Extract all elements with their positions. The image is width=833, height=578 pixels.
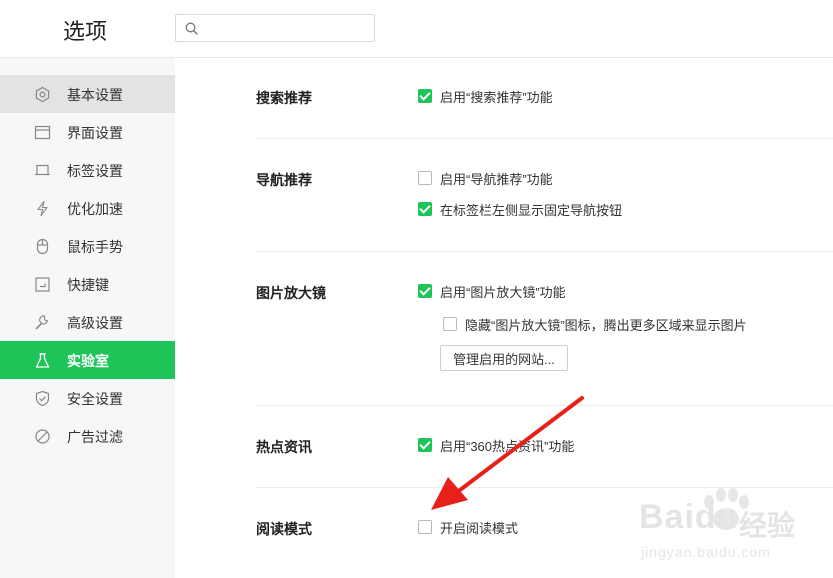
- sidebar-item-label: 安全设置: [67, 391, 123, 407]
- mouse-icon: [36, 238, 49, 255]
- option-label: 启用“导航推荐”功能: [440, 171, 553, 187]
- sidebar-item-shortcuts[interactable]: 快捷键: [0, 265, 175, 303]
- shortcut-icon: [35, 277, 50, 292]
- option-label: 开启阅读模式: [440, 520, 519, 536]
- sidebar-item-label: 广告过滤: [67, 429, 123, 445]
- divider: [256, 251, 833, 252]
- wrench-icon: [35, 315, 49, 330]
- header: 选项: [0, 0, 833, 58]
- checkbox[interactable]: [418, 520, 432, 534]
- option-reading-mode[interactable]: 开启阅读模式: [418, 518, 518, 536]
- gear-icon: [35, 86, 50, 103]
- sidebar-item-label: 快捷键: [67, 277, 109, 293]
- window-icon: [34, 125, 51, 140]
- checkbox[interactable]: [418, 284, 432, 298]
- sidebar-item-label: 鼠标手势: [67, 239, 123, 255]
- sidebar-item-label: 高级设置: [67, 315, 123, 331]
- option-image-magnifier[interactable]: 启用“图片放大镜”功能: [418, 282, 566, 300]
- manage-sites-button[interactable]: 管理启用的网站...: [440, 345, 568, 371]
- sidebar-item-mouse[interactable]: 鼠标手势: [0, 227, 175, 265]
- sidebar-item-adblock[interactable]: 广告过滤: [0, 417, 175, 455]
- option-nav-recommend[interactable]: 启用“导航推荐”功能: [418, 169, 553, 187]
- option-label: 启用“360热点资讯”功能: [440, 438, 575, 454]
- lightning-icon: [37, 200, 48, 217]
- block-icon: [35, 429, 50, 444]
- checkbox[interactable]: [443, 317, 457, 331]
- page-title: 选项: [63, 19, 108, 44]
- search-box[interactable]: [175, 14, 375, 42]
- sidebar: 基本设置 界面设置 标签设置 优化加速 鼠标手势 快捷键 高级设置 实验室 安全…: [0, 58, 175, 578]
- watermark-brand: Baidu: [639, 498, 739, 536]
- sidebar-item-interface[interactable]: 界面设置: [0, 113, 175, 151]
- option-label: 在标签栏左侧显示固定导航按钮: [440, 202, 623, 218]
- sidebar-item-speed[interactable]: 优化加速: [0, 189, 175, 227]
- section-title-nav: 导航推荐: [256, 172, 312, 188]
- sidebar-item-label: 实验室: [67, 353, 109, 369]
- watermark-url: jingyan.baidu.com: [641, 544, 771, 560]
- tab-icon: [35, 164, 50, 176]
- option-hide-magnifier-icon[interactable]: 隐藏“图片放大镜”图标，腾出更多区域来显示图片: [443, 315, 747, 333]
- section-title-reading: 阅读模式: [256, 521, 312, 537]
- section-title-news: 热点资讯: [256, 439, 312, 455]
- checkbox[interactable]: [418, 202, 432, 216]
- search-input[interactable]: [204, 18, 369, 38]
- option-hot-news[interactable]: 启用“360热点资讯”功能: [418, 436, 574, 454]
- sidebar-item-label: 界面设置: [67, 125, 123, 141]
- section-title-search: 搜索推荐: [256, 90, 312, 106]
- sidebar-item-label: 标签设置: [67, 163, 123, 179]
- sidebar-item-lab[interactable]: 实验室: [0, 341, 175, 379]
- option-label: 隐藏“图片放大镜”图标，腾出更多区域来显示图片: [465, 317, 747, 333]
- option-search-recommend[interactable]: 启用“搜索推荐”功能: [418, 87, 553, 105]
- watermark-cn: 经验: [739, 510, 796, 541]
- divider: [256, 405, 833, 406]
- sidebar-item-advanced[interactable]: 高级设置: [0, 303, 175, 341]
- checkbox[interactable]: [418, 171, 432, 185]
- option-label: 启用“图片放大镜”功能: [440, 284, 566, 300]
- checkbox[interactable]: [418, 89, 432, 103]
- search-icon: [185, 22, 198, 35]
- sidebar-item-tabs[interactable]: 标签设置: [0, 151, 175, 189]
- sidebar-item-security[interactable]: 安全设置: [0, 379, 175, 417]
- flask-icon: [35, 353, 50, 368]
- option-label: 启用“搜索推荐”功能: [440, 89, 553, 105]
- checkbox[interactable]: [418, 438, 432, 452]
- section-title-magnifier: 图片放大镜: [256, 285, 326, 301]
- sidebar-item-label: 基本设置: [67, 87, 123, 103]
- baidu-watermark: Baidu 经验 jingyan.baidu.com: [637, 486, 832, 576]
- option-fixed-nav-button[interactable]: 在标签栏左侧显示固定导航按钮: [418, 200, 622, 218]
- shield-icon: [35, 390, 50, 407]
- sidebar-item-basic[interactable]: 基本设置: [0, 75, 175, 113]
- divider: [256, 138, 833, 139]
- sidebar-item-label: 优化加速: [67, 201, 123, 217]
